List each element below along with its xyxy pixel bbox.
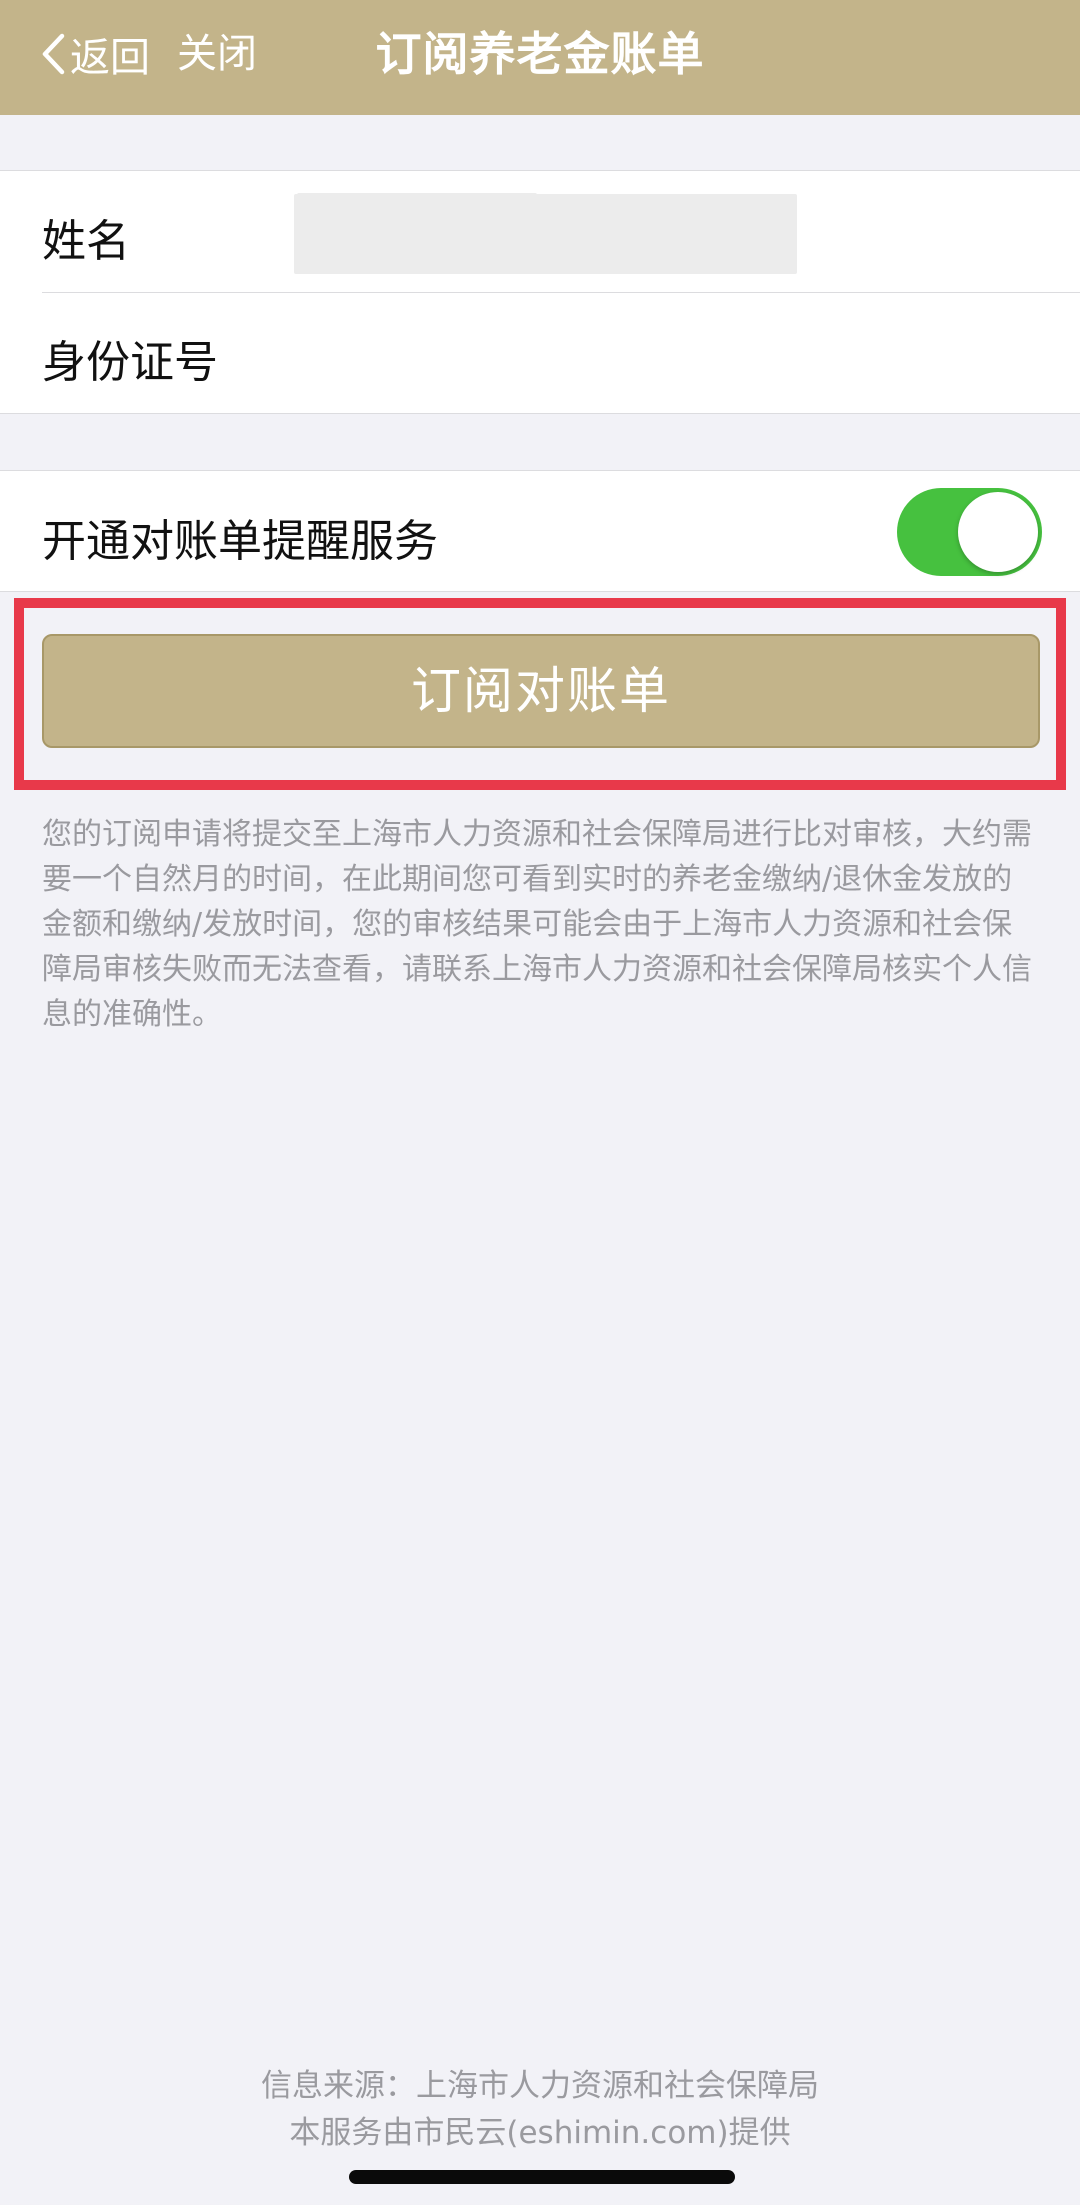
home-indicator: [349, 2170, 735, 2184]
id-number-label: 身份证号: [42, 337, 218, 388]
toggle-knob: [958, 492, 1038, 572]
page-title: 订阅养老金账单: [375, 27, 705, 81]
footer-provider: 本服务由市民云(eshimin.com)提供: [289, 2115, 791, 2151]
reminder-label: 开通对账单提醒服务: [42, 516, 438, 567]
reminder-group: 开通对账单提醒服务: [0, 470, 1080, 592]
navigation-bar: 返回 关闭 订阅养老金账单: [0, 0, 1080, 115]
reminder-toggle[interactable]: [897, 488, 1042, 576]
personal-info-group: 姓名 身份证号: [0, 170, 1080, 414]
id-number-field-masked[interactable]: [294, 194, 797, 274]
subscription-notice: 您的订阅申请将提交至上海市人力资源和社会保障局进行比对审核，大约需要一个自然月的…: [42, 817, 1032, 1032]
id-number-row: 身份证号: [0, 194, 1080, 413]
subscribe-statement-button[interactable]: 订阅对账单: [42, 634, 1040, 748]
footer-source: 信息来源：上海市人力资源和社会保障局: [261, 2068, 819, 2104]
name-label: 姓名: [42, 216, 130, 267]
